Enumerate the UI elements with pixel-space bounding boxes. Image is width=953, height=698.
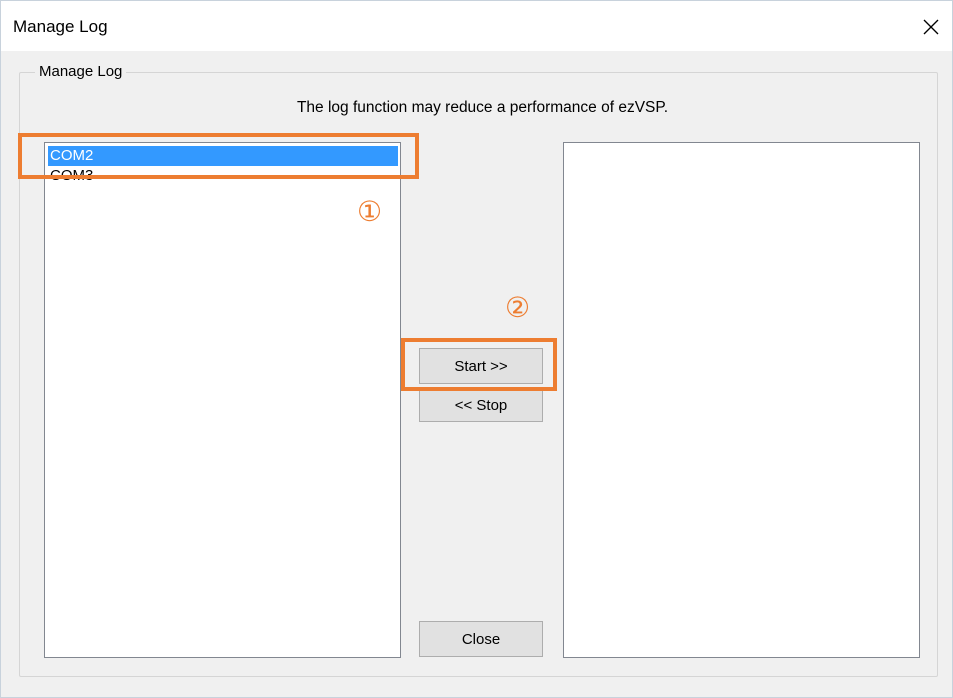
stop-button[interactable]: << Stop: [419, 389, 543, 422]
step-marker-2: ②: [505, 291, 531, 324]
title-bar: Manage Log: [1, 1, 952, 51]
close-icon[interactable]: [920, 16, 942, 38]
window-title: Manage Log: [13, 17, 108, 36]
start-button[interactable]: Start >>: [419, 348, 543, 384]
groupbox-label: Manage Log: [35, 63, 127, 80]
list-item-com2[interactable]: COM2: [48, 146, 398, 166]
list-item-com3[interactable]: COM3: [48, 166, 398, 186]
close-button[interactable]: Close: [419, 621, 543, 657]
step-marker-1: ①: [357, 195, 383, 228]
available-ports-list[interactable]: COM2 COM3: [44, 142, 401, 658]
logging-ports-list[interactable]: [563, 142, 920, 658]
performance-notice: The log function may reduce a performanc…: [296, 99, 669, 116]
